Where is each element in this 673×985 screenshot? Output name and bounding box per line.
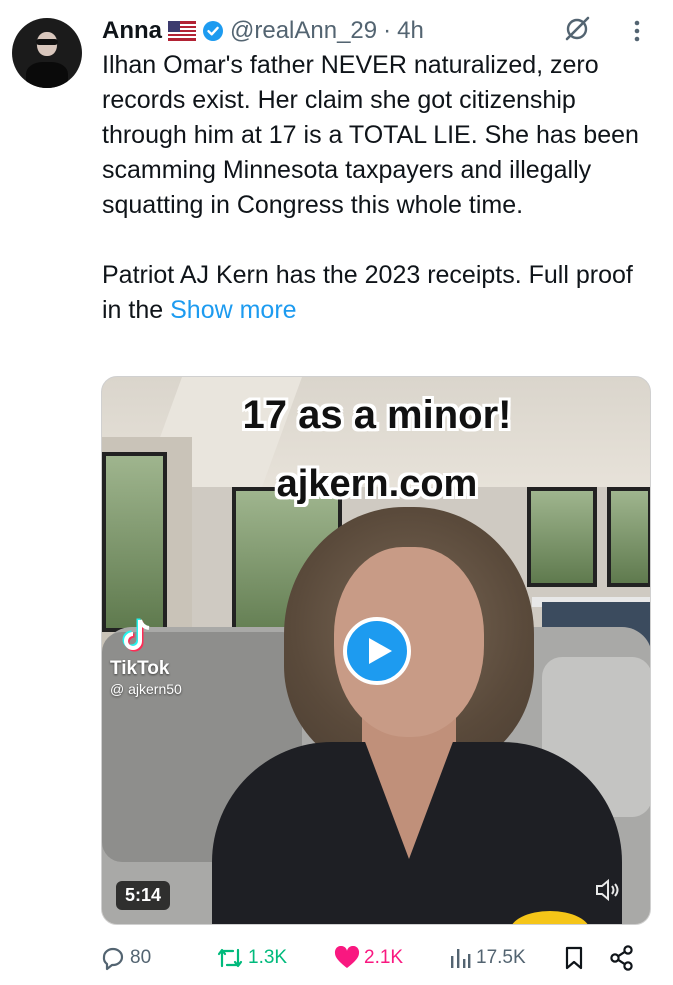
tweet-timestamp[interactable]: 4h (397, 17, 424, 45)
author-name[interactable]: Anna (102, 17, 162, 45)
tweet-header: Anna @realAnn_29 · 4h (102, 14, 424, 48)
tweet-paragraph-1: Ilhan Omar's father NEVER naturalized, z… (102, 51, 639, 219)
verified-badge-icon (203, 21, 223, 41)
views-button[interactable]: 17.5K (448, 940, 526, 976)
views-count: 17.5K (476, 947, 526, 968)
mute-icon[interactable] (594, 877, 622, 903)
grok-icon[interactable] (562, 14, 592, 44)
show-more-link[interactable]: Show more (170, 296, 296, 324)
like-button[interactable]: 2.1K (334, 940, 403, 976)
share-button[interactable] (608, 940, 636, 976)
play-icon (369, 638, 392, 664)
reply-icon (102, 947, 124, 971)
tiktok-logo-icon (122, 618, 150, 652)
reply-count: 80 (130, 947, 152, 968)
repost-icon (217, 948, 243, 968)
bookmark-button[interactable] (562, 940, 586, 976)
play-button[interactable] (343, 617, 411, 685)
tiktok-watermark-name: TikTok (110, 658, 170, 679)
views-icon (451, 949, 471, 968)
video-duration: 5:14 (116, 881, 171, 910)
repost-count: 1.3K (248, 947, 288, 968)
like-count: 2.1K (364, 947, 404, 968)
tweet: Anna @realAnn_29 · 4h Ilhan Omar's fathe… (0, 0, 673, 985)
tweet-text: Ilhan Omar's father NEVER naturalized, z… (102, 48, 647, 328)
video-caption-line-1: 17 as a minor! (242, 393, 512, 437)
video-player[interactable]: 17 as a minor! ajkern.com TikTok @ ajker… (101, 376, 651, 925)
video-caption-line-2: ajkern.com (276, 463, 478, 505)
bookmark-icon (565, 946, 583, 970)
tweet-paragraph-2: Patriot AJ Kern has the 2023 receipts. F… (102, 258, 647, 328)
avatar[interactable] (12, 18, 82, 88)
author-handle[interactable]: @realAnn_29 (230, 17, 377, 45)
share-icon (610, 945, 633, 971)
us-flag-icon (168, 21, 196, 41)
tiktok-watermark-handle: @ ajkern50 (110, 681, 182, 697)
reply-button[interactable]: 80 (100, 940, 151, 976)
more-options-icon[interactable] (626, 18, 648, 44)
action-bar: 80 1.3K 2.1K 17.5K (100, 940, 650, 976)
repost-button[interactable]: 1.3K (216, 940, 287, 976)
heart-icon (334, 946, 360, 968)
separator-dot: · (383, 17, 392, 44)
